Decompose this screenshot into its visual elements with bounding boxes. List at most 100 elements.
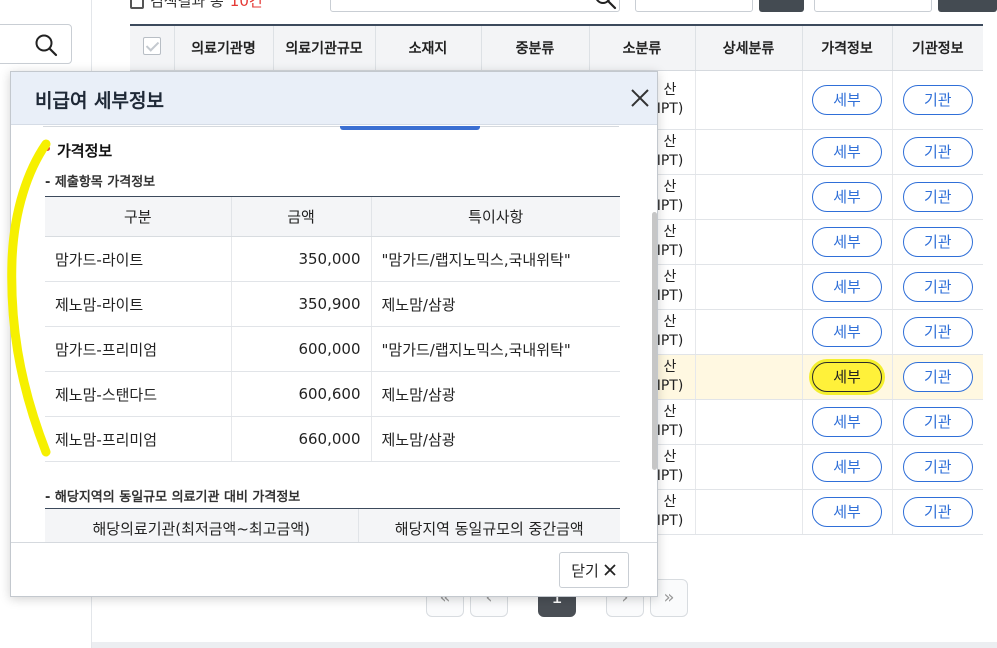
select-all-checkbox-cell [130,24,174,71]
sub-category-line2: IPT) [656,287,684,304]
price-note: "맘가드/랩지노믹스,국내위탁" [370,236,620,282]
org-info-button[interactable]: 기관 [902,271,973,302]
compare-subtitle: - 해당지역의 동일규모 의료기관 대비 가격정보 [45,490,301,505]
sub-category-line1: 산 [663,448,677,465]
footer-strip [92,642,997,648]
section-title-price-info: 가격정보 [57,142,113,160]
col-header-sub-category: 소분류 [588,24,695,71]
price-detail-button[interactable]: 세부 [812,496,882,527]
price-row: 제노맘-프리미엄 660,000 제노맘/삼광 [45,416,620,462]
price-detail-button[interactable]: 세부 [812,271,882,302]
org-info-button[interactable]: 기관 [902,136,973,167]
select-all-checkbox[interactable] [142,36,161,55]
org-info-button[interactable]: 기관 [902,181,973,212]
price-note: 제노맘/삼광 [370,416,620,462]
modal-body[interactable]: 가격정보 - 제출항목 가격정보 구분 금액 특이사항 맘가드-라이트 350,… [11,126,657,542]
compare-col-header-median: 해당지역 동일규모의 중간금액 [357,508,620,542]
close-icon [604,564,616,576]
price-category: 맘가드-프리미엄 [45,326,231,372]
price-category: 제노맘-프리미엄 [45,416,231,462]
sub-category-line1: 산 [663,403,677,420]
page-size-select[interactable] [814,0,932,12]
price-amount: 600,000 [230,326,371,372]
price-amount: 660,000 [230,416,371,462]
left-search-input[interactable] [0,24,72,64]
price-detail-button[interactable]: 세부 [812,316,882,347]
sub-category-line2: IPT) [656,242,684,259]
document-icon [130,0,144,9]
price-note: 제노맘/삼광 [370,371,620,417]
non-covered-detail-modal: 비급여 세부정보 가격정보 - 제출항목 가격정보 구분 금액 특이사항 맘가드… [10,71,658,597]
price-detail-button[interactable]: 세부 [812,406,882,437]
modal-footer: 닫기 [11,542,657,596]
divider [43,126,619,127]
sub-category-line2: IPT) [656,422,684,439]
org-info-button[interactable]: 기관 [902,406,973,437]
results-toolbar: 검색결과 총 10건 [130,0,997,12]
col-header-org-name: 의료기관명 [173,24,273,71]
active-tab-indicator [340,126,480,130]
sub-category-line2: IPT) [656,197,684,214]
section-bullet-icon [45,146,50,151]
col-header-location: 소재지 [374,24,481,71]
sub-category-line1: 산 [663,268,677,285]
price-amount: 350,900 [230,281,371,327]
price-detail-button[interactable]: 세부 [812,136,882,167]
close-button[interactable]: 닫기 [559,552,629,588]
col-header-price-info: 가격정보 [801,24,892,71]
sub-category-line1: 산 [663,223,677,240]
sub-category-line1: 산 [663,81,677,98]
price-col-header-amount: 금액 [230,196,371,237]
result-count: 10건 [229,0,263,10]
page-size-apply-button[interactable] [938,0,997,12]
col-header-org-size: 의료기관규모 [272,24,375,71]
sub-category-line2: IPT) [656,332,684,349]
keyword-search-input[interactable] [330,0,620,12]
price-col-header-category: 구분 [45,196,231,237]
price-detail-button[interactable]: 세부 [812,181,882,212]
compare-table: 해당의료기관(최저금액~최고금액) 해당지역 동일규모의 중간금액 [45,508,620,542]
modal-header: 비급여 세부정보 [11,72,657,125]
price-row: 맘가드-라이트 350,000 "맘가드/랩지노믹스,국내위탁" [45,236,620,282]
search-icon[interactable] [593,0,617,10]
price-detail-button[interactable]: 세부 [812,84,882,115]
price-row: 제노맘-라이트 350,900 제노맘/삼광 [45,281,620,327]
price-detail-button-active[interactable]: 세부 [812,361,882,392]
modal-scrollbar[interactable] [652,212,657,470]
org-info-button[interactable]: 기관 [902,226,973,257]
sub-category-line1: 산 [663,493,677,510]
compare-col-header-institution: 해당의료기관(최저금액~최고금액) [45,508,358,542]
price-note: 제노맘/삼광 [370,281,620,327]
result-prefix: 검색결과 총 [150,0,224,10]
sub-category-line2: IPT) [656,512,684,529]
sub-category-line1: 산 [663,133,677,150]
org-info-button[interactable]: 기관 [902,361,973,392]
col-header-org-info: 기관정보 [891,24,983,71]
org-info-button[interactable]: 기관 [902,316,973,347]
col-header-detail-category: 상세분류 [694,24,802,71]
sub-category-line2: IPT) [656,467,684,484]
price-amount: 350,000 [230,236,371,282]
price-subtitle: - 제출항목 가격정보 [45,175,156,190]
sub-category-line2: IPT) [656,152,684,169]
price-category: 제노맘-스탠다드 [45,371,231,417]
sort-apply-button[interactable] [759,0,804,12]
price-row: 맘가드-프리미엄 600,000 "맘가드/랩지노믹스,국내위탁" [45,326,620,372]
price-amount: 600,600 [230,371,371,417]
result-summary: 검색결과 총 10건 [130,0,263,11]
sub-category-line2: IPT) [656,100,684,117]
close-button-label: 닫기 [571,561,599,580]
price-detail-button[interactable]: 세부 [812,226,882,257]
sort-select[interactable] [635,0,753,12]
sub-category-line1: 산 [663,178,677,195]
col-header-mid-category: 중분류 [480,24,589,71]
org-info-button[interactable]: 기관 [902,496,973,527]
price-detail-button[interactable]: 세부 [812,451,882,482]
price-col-header-note: 특이사항 [370,196,620,237]
search-icon[interactable] [33,32,59,58]
org-info-button[interactable]: 기관 [902,451,973,482]
org-info-button[interactable]: 기관 [902,84,973,115]
price-table: 구분 금액 특이사항 맘가드-라이트 350,000 "맘가드/랩지노믹스,국내… [45,196,620,462]
modal-title: 비급여 세부정보 [35,90,164,112]
close-icon[interactable] [629,87,651,109]
